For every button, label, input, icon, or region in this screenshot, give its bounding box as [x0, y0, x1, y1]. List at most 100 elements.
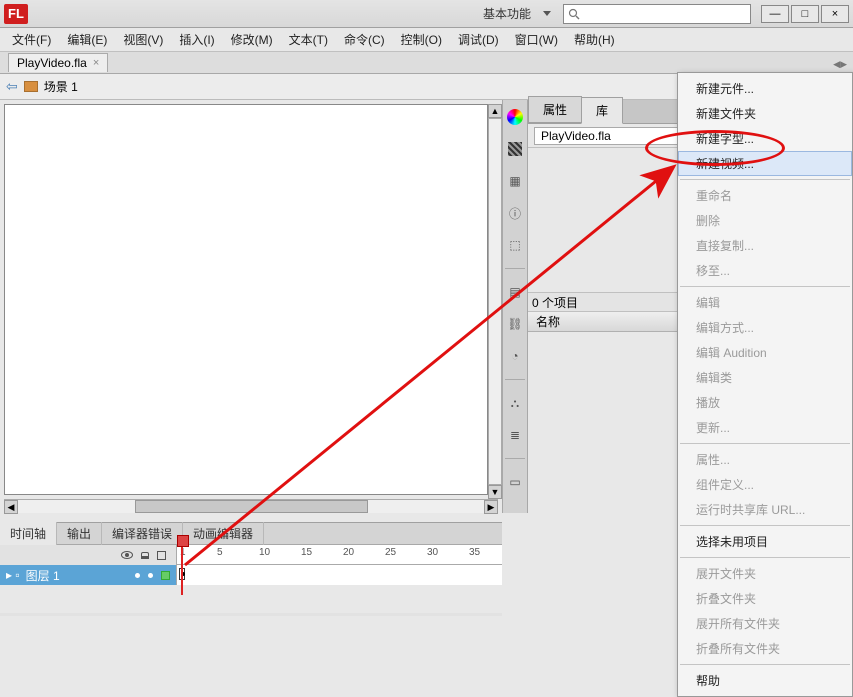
- tab-library[interactable]: 库: [581, 97, 623, 124]
- menu-new-symbol[interactable]: 新建元件...: [678, 76, 852, 101]
- menu-separator: [680, 179, 850, 180]
- menu-bar: 文件(F) 编辑(E) 视图(V) 插入(I) 修改(M) 文本(T) 命令(C…: [0, 28, 853, 52]
- code-snippets-icon[interactable]: ▤: [506, 283, 524, 301]
- menu-help[interactable]: 帮助: [678, 668, 852, 693]
- swatches-panel-icon[interactable]: [506, 140, 524, 158]
- menu-commands[interactable]: 命令(C): [336, 28, 393, 51]
- scroll-down-button[interactable]: ▼: [488, 485, 502, 499]
- menu-collapse-all: 折叠所有文件夹: [678, 636, 852, 661]
- document-tab-strip: PlayVideo.fla × ◀▶: [0, 52, 853, 74]
- motion-presets-icon[interactable]: ◔: [506, 347, 524, 365]
- components-panel-icon[interactable]: ⛓: [506, 315, 524, 333]
- scene-name: 场景 1: [44, 78, 78, 95]
- menu-separator: [680, 557, 850, 558]
- menu-new-folder[interactable]: 新建文件夹: [678, 101, 852, 126]
- menu-insert[interactable]: 插入(I): [171, 28, 222, 51]
- layer-icon: ▸ ▫: [6, 568, 20, 582]
- menu-edit-with: 编辑方式...: [678, 315, 852, 340]
- scroll-right-button[interactable]: ▶: [484, 500, 498, 514]
- transform-panel-icon[interactable]: ⬚: [506, 236, 524, 254]
- menu-delete: 删除: [678, 208, 852, 233]
- info-panel-icon[interactable]: ⓘ: [506, 204, 524, 222]
- history-panel-icon[interactable]: ≣: [506, 426, 524, 444]
- tab-motion-editor[interactable]: 动画编辑器: [183, 522, 264, 545]
- menu-expand-all: 展开所有文件夹: [678, 611, 852, 636]
- menu-expand-folder: 展开文件夹: [678, 561, 852, 586]
- project-panel-icon[interactable]: ⛬: [506, 394, 524, 412]
- ruler-mark: 35: [469, 547, 480, 558]
- layer-label[interactable]: ▸ ▫ 图层 1: [0, 565, 176, 585]
- scene-icon: [24, 81, 38, 92]
- app-icon: FL: [4, 4, 28, 24]
- document-tab[interactable]: PlayVideo.fla ×: [8, 53, 108, 72]
- ruler-mark: 5: [217, 547, 223, 558]
- color-panel-icon[interactable]: [506, 108, 524, 126]
- menu-text[interactable]: 文本(T): [281, 28, 336, 51]
- menu-runtime-url: 运行时共享库 URL...: [678, 497, 852, 522]
- lock-icon[interactable]: [141, 552, 149, 559]
- align-panel-icon[interactable]: ▦: [506, 172, 524, 190]
- ruler-mark: 30: [427, 547, 438, 558]
- menu-rename: 重命名: [678, 183, 852, 208]
- tab-timeline[interactable]: 时间轴: [0, 522, 57, 545]
- menu-properties: 属性...: [678, 447, 852, 472]
- column-name: 名称: [536, 313, 560, 330]
- timeline-layer-row[interactable]: ▸ ▫ 图层 1: [0, 565, 502, 585]
- menu-edit: 编辑: [678, 290, 852, 315]
- ruler-mark: 15: [301, 547, 312, 558]
- stage-container: ▲ ▼ ◀ ▶: [0, 100, 502, 513]
- menu-new-font[interactable]: 新建字型...: [678, 126, 852, 151]
- minimize-button[interactable]: —: [761, 5, 789, 23]
- menu-edit-audition: 编辑 Audition: [678, 340, 852, 365]
- title-bar: FL 基本功能 — □ ×: [0, 0, 853, 28]
- scroll-up-button[interactable]: ▲: [488, 104, 502, 118]
- ruler-mark: 20: [343, 547, 354, 558]
- outline-icon[interactable]: [157, 551, 166, 560]
- tab-properties[interactable]: 属性: [528, 96, 582, 123]
- stage-canvas[interactable]: [4, 104, 488, 495]
- menu-separator: [680, 286, 850, 287]
- menu-duplicate: 直接复制...: [678, 233, 852, 258]
- layer-frames-track[interactable]: [176, 565, 502, 585]
- menu-edit-class: 编辑类: [678, 365, 852, 390]
- search-input[interactable]: [563, 4, 751, 24]
- menu-separator: [680, 443, 850, 444]
- ruler-mark: 10: [259, 547, 270, 558]
- close-icon[interactable]: ×: [93, 57, 99, 69]
- playhead[interactable]: [181, 545, 183, 595]
- maximize-button[interactable]: □: [791, 5, 819, 23]
- window-controls: — □ ×: [761, 5, 849, 23]
- document-tab-label: PlayVideo.fla: [17, 56, 87, 70]
- menu-modify[interactable]: 修改(M): [223, 28, 281, 51]
- items-count: 0 个项目: [532, 294, 578, 311]
- search-field[interactable]: [584, 6, 750, 22]
- menu-edit[interactable]: 编辑(E): [59, 28, 115, 51]
- menu-play: 播放: [678, 390, 852, 415]
- menu-debug[interactable]: 调试(D): [450, 28, 507, 51]
- timeline-header: 1 5 10 15 20 25 30 35: [0, 545, 502, 565]
- tab-output[interactable]: 输出: [57, 522, 102, 545]
- vertical-scrollbar[interactable]: ▲ ▼: [488, 104, 502, 499]
- menu-select-unused[interactable]: 选择未用项目: [678, 529, 852, 554]
- menu-help[interactable]: 帮助(H): [566, 28, 623, 51]
- library-panel-icon[interactable]: ▭: [506, 473, 524, 491]
- menu-control[interactable]: 控制(O): [393, 28, 450, 51]
- visibility-icon[interactable]: [121, 551, 133, 559]
- menu-update: 更新...: [678, 415, 852, 440]
- timeline-ruler[interactable]: 1 5 10 15 20 25 30 35: [176, 545, 502, 565]
- menu-view[interactable]: 视图(V): [115, 28, 171, 51]
- timeline-tab-bar: 时间轴 输出 编译器错误 动画编辑器: [0, 523, 502, 545]
- close-button[interactable]: ×: [821, 5, 849, 23]
- workspace-selector[interactable]: 基本功能: [475, 5, 563, 22]
- timeline-panel: 时间轴 输出 编译器错误 动画编辑器 1 5 10 15 20 25 30 35…: [0, 522, 502, 616]
- back-icon[interactable]: ⇦: [6, 78, 18, 95]
- tab-compiler-errors[interactable]: 编译器错误: [102, 522, 183, 545]
- scroll-left-button[interactable]: ◀: [4, 500, 18, 514]
- horizontal-scrollbar[interactable]: ◀ ▶: [4, 499, 498, 513]
- menu-window[interactable]: 窗口(W): [507, 28, 566, 51]
- menu-new-video[interactable]: 新建视频...: [678, 151, 852, 176]
- ruler-mark: 25: [385, 547, 396, 558]
- library-doc-name: PlayVideo.fla: [541, 129, 611, 143]
- menu-file[interactable]: 文件(F): [4, 28, 59, 51]
- layer-name: 图层 1: [26, 567, 60, 584]
